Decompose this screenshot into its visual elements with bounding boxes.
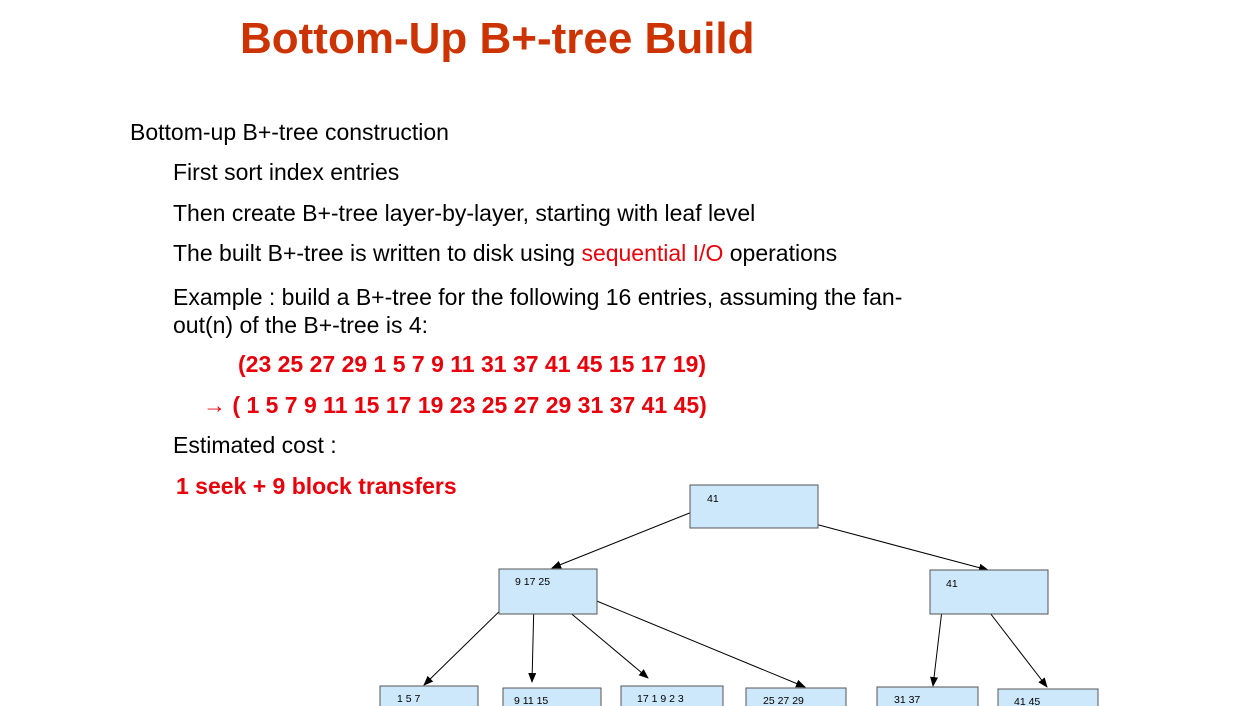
tree-leaf-node-2: 9 11 15 (502, 687, 602, 706)
root-keys: 41 (707, 493, 719, 505)
leaf-2-keys: 9 11 15 (514, 695, 548, 706)
leaf-4-keys: 25 27 29 (763, 695, 804, 706)
leaf-6-keys: 41 45 (1014, 696, 1040, 706)
tree-leaf-node-6: 41 45 (997, 688, 1099, 706)
tree-leaf-node-4: 25 27 29 (745, 687, 847, 706)
tree-leaf-node-3: 17 1 9 2 3 (620, 685, 724, 706)
tree-internal-node-left: 9 17 25 (498, 568, 598, 615)
edge-internal-to-leaf-4 (586, 596, 806, 688)
internal-right-keys: 41 (946, 578, 958, 590)
tree-internal-node-right: 41 (929, 569, 1049, 615)
internal-left-keys: 9 17 25 (515, 576, 550, 588)
tree-leaf-node-5: 31 37 (876, 686, 979, 706)
leaf-5-keys: 31 37 (894, 694, 920, 706)
tree-leaf-node-1: 1 5 7 (379, 685, 479, 706)
tree-root-node: 41 (689, 484, 819, 529)
edge-root-to-internal-left (551, 507, 703, 569)
b-plus-tree-diagram: 41 9 17 25 41 1 5 7 9 11 15 17 1 9 2 3 2… (379, 484, 1099, 706)
leaf-1-keys: 1 5 7 (397, 693, 421, 705)
edge-internal-to-leaf-1 (423, 599, 512, 686)
leaf-3-keys: 17 1 9 2 3 (637, 693, 684, 705)
